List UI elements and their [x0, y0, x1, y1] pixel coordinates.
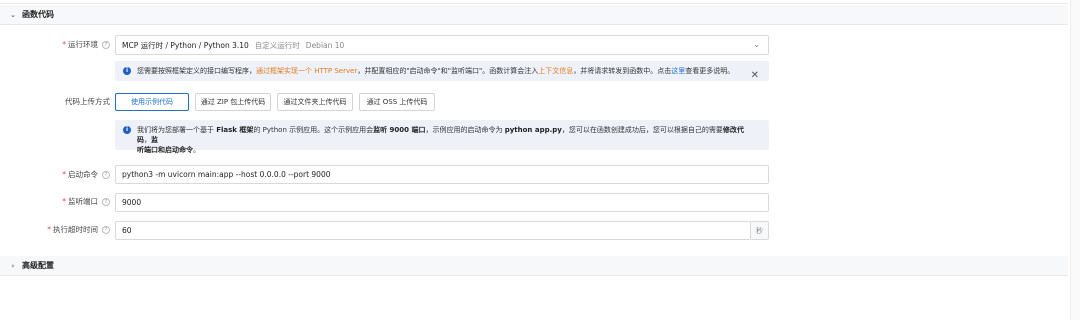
- more-info-link[interactable]: 这里: [671, 67, 685, 75]
- start-command-label: * 启动命令?: [14, 169, 110, 181]
- top-divider: [0, 0, 1068, 4]
- timeout-unit: 秒: [751, 221, 769, 240]
- close-icon[interactable]: ✕: [751, 66, 759, 86]
- required-mark: *: [62, 40, 66, 49]
- chevron-down-icon: ⌄: [753, 40, 760, 49]
- upload-oss-button[interactable]: 通过 OSS 上传代码: [359, 93, 435, 111]
- runtime-label: * 运行环境?: [14, 39, 110, 51]
- section-header-advanced[interactable]: › 高级配置: [0, 256, 1068, 276]
- upload-method-label: 代码上传方式: [65, 97, 110, 106]
- upload-zip-button[interactable]: 通过 ZIP 包上传代码: [195, 93, 271, 111]
- timeout-input[interactable]: 60: [115, 221, 751, 240]
- start-command-input[interactable]: python3 -m uvicorn main:app --host 0.0.0…: [115, 165, 769, 184]
- framework-link[interactable]: 通过框架实现一个 HTTP Server: [256, 67, 357, 75]
- sample-app-notice: i 我们将为您部署一个基于 Flask 框架的 Python 示例应用。这个示例…: [115, 120, 769, 154]
- runtime-type: 自定义运行时: [254, 40, 300, 50]
- upload-folder-button[interactable]: 通过文件夹上传代码: [277, 93, 353, 111]
- http-server-notice: i 您需要按照框架定义的接口编写程序，通过框架实现一个 HTTP Server，…: [115, 61, 769, 81]
- section-header-function-code[interactable]: ⌄ 函数代码: [0, 5, 1068, 25]
- scrollbar[interactable]: [1070, 0, 1080, 320]
- port-label: * 监听端口?: [14, 196, 110, 208]
- info-icon: i: [123, 126, 131, 134]
- chevron-right-icon: ›: [11, 261, 15, 270]
- port-input[interactable]: 9000: [115, 193, 769, 212]
- help-icon[interactable]: ?: [102, 41, 110, 49]
- context-info-link[interactable]: 上下文信息: [538, 67, 573, 75]
- use-sample-code-button[interactable]: 使用示例代码: [115, 93, 189, 111]
- runtime-select[interactable]: MCP 运行时 / Python / Python 3.10 自定义运行时 De…: [115, 35, 769, 55]
- runtime-value: MCP 运行时 / Python / Python 3.10: [122, 40, 249, 50]
- info-icon: i: [123, 67, 131, 75]
- help-icon[interactable]: ?: [102, 198, 110, 206]
- runtime-os: Debian 10: [305, 40, 345, 50]
- required-mark: *: [62, 197, 66, 206]
- help-icon[interactable]: ?: [102, 226, 110, 234]
- timeout-label: * 执行超时时间?: [14, 224, 110, 236]
- section-title: 高级配置: [22, 261, 54, 270]
- help-icon[interactable]: ?: [102, 171, 110, 179]
- required-mark: *: [47, 225, 51, 234]
- chevron-down-icon: ⌄: [10, 10, 16, 19]
- required-mark: *: [62, 170, 66, 179]
- section-title: 函数代码: [22, 10, 54, 19]
